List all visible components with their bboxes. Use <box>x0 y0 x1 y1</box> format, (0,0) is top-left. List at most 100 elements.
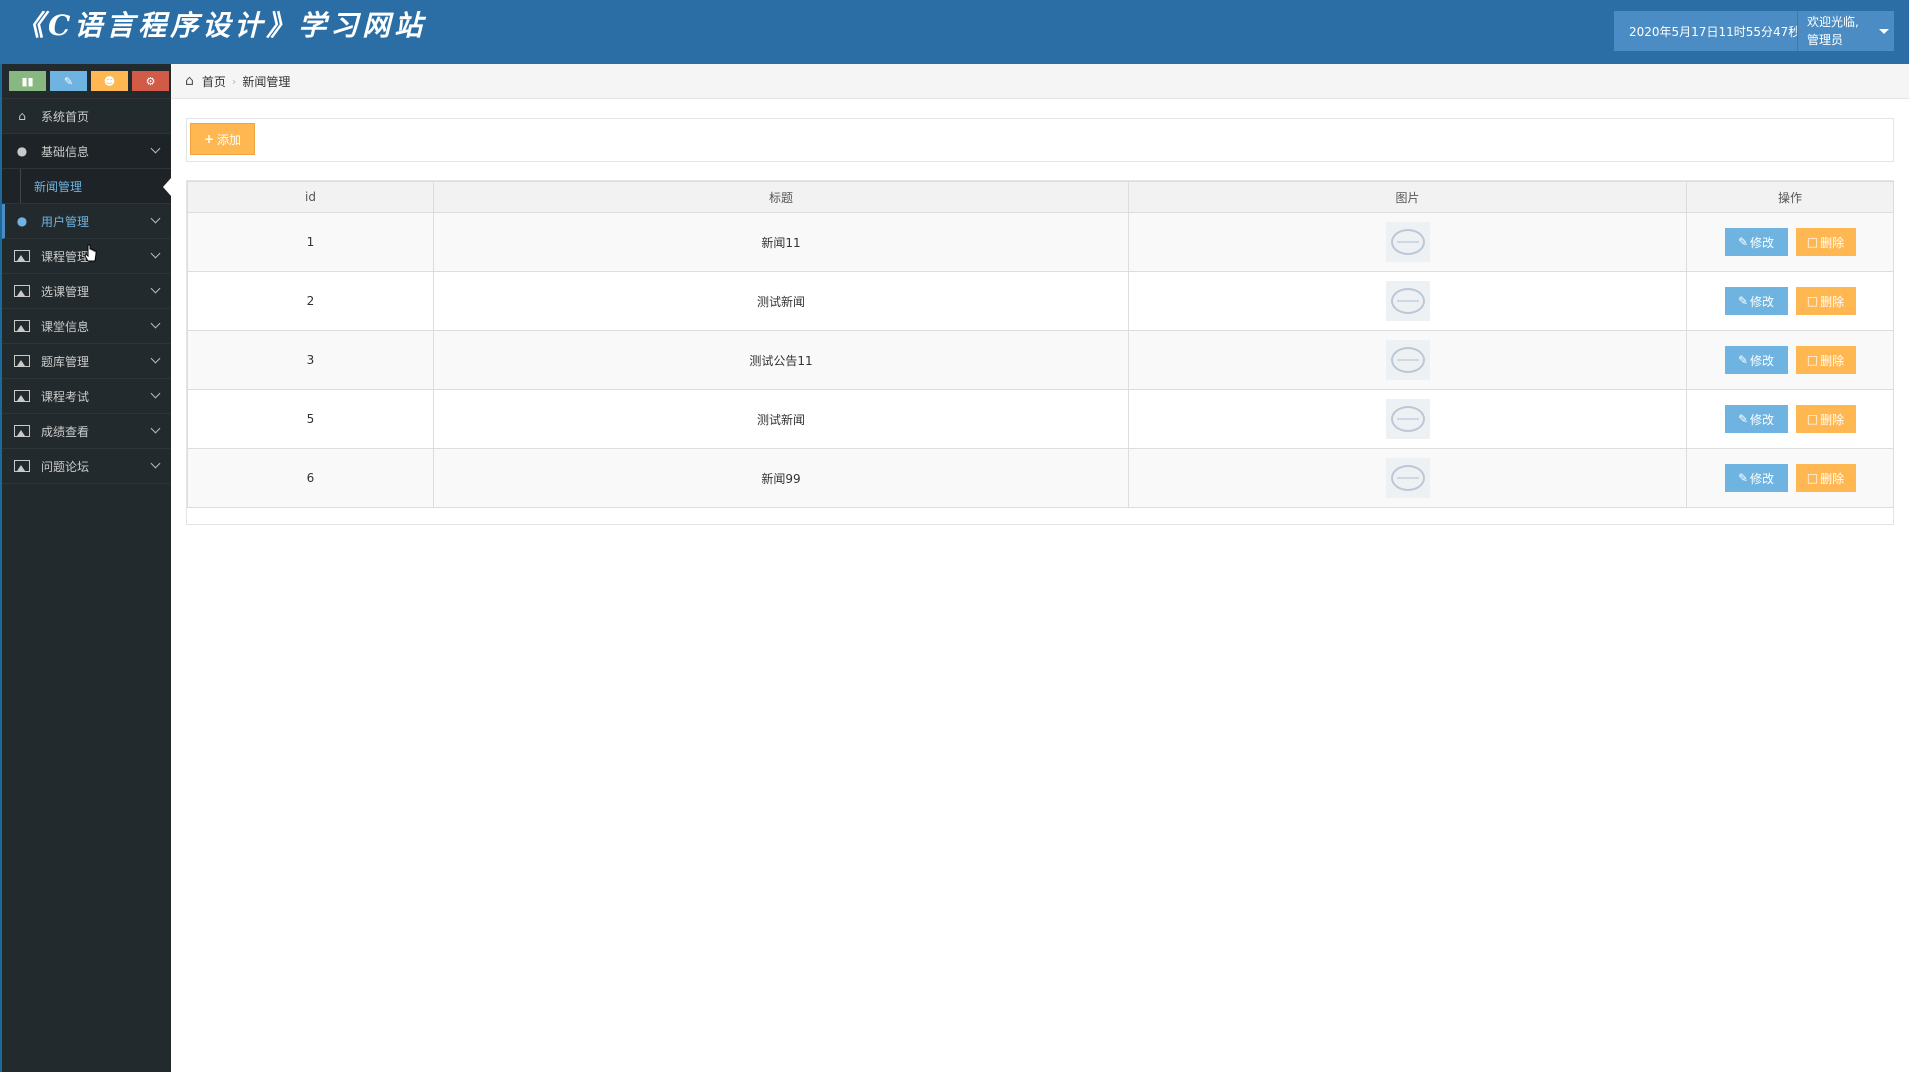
sidebar-item-grades[interactable]: 成绩查看 <box>2 414 171 449</box>
news-thumbnail <box>1385 340 1430 380</box>
edit-button[interactable]: ✎ 修改 <box>1724 287 1788 315</box>
news-thumbnail <box>1385 399 1430 439</box>
edit-button-label: 修改 <box>1750 294 1775 309</box>
sidebar-item-label: 基础信息 <box>41 144 90 159</box>
chevron-down-icon <box>150 458 161 469</box>
delete-button-label: 删除 <box>1820 353 1845 368</box>
cell-title: 新闻99 <box>433 448 1129 508</box>
sidebar-item-question-bank[interactable]: 题库管理 <box>2 344 171 379</box>
sidebar-item-label: 系统首页 <box>41 109 90 124</box>
edit-button-label: 修改 <box>1750 235 1775 250</box>
chevron-down-icon <box>150 388 161 399</box>
delete-button[interactable]: □ 删除 <box>1795 464 1856 492</box>
edit-button[interactable]: ✎ 修改 <box>1724 405 1788 433</box>
picture-icon <box>14 319 30 333</box>
sidebar-item-label: 问题论坛 <box>41 459 90 474</box>
chevron-down-icon <box>150 423 161 434</box>
chevron-down-icon <box>150 213 161 224</box>
picture-icon <box>14 284 30 298</box>
chevron-down-icon <box>150 248 161 259</box>
sidebar-item-home[interactable]: ⌂ 系统首页 <box>2 99 171 134</box>
breadcrumb-current: 新闻管理 <box>242 74 291 89</box>
cell-id: 6 <box>187 448 434 508</box>
cogs-shortcut-icon[interactable]: ⚙ <box>132 71 169 91</box>
welcome-text: 欢迎光临,管理员 <box>1807 15 1859 47</box>
user-icon: ● <box>16 214 28 228</box>
top-header: 《C语言程序设计》学习网站 2020年5月17日11时55分47秒 欢迎光临,管… <box>0 0 1909 64</box>
chevron-down-icon <box>150 143 161 154</box>
edit-icon: ✎ <box>1737 412 1749 426</box>
delete-button[interactable]: □ 删除 <box>1795 228 1856 256</box>
delete-button-label: 删除 <box>1820 412 1845 427</box>
cell-title: 测试新闻 <box>433 271 1129 331</box>
sidebar-item-label: 选课管理 <box>41 284 90 299</box>
delete-button[interactable]: □ 删除 <box>1795 405 1856 433</box>
sidebar-subitem-news[interactable]: 新闻管理 <box>2 169 171 204</box>
home-icon: ⌂ <box>185 73 194 89</box>
edit-button[interactable]: ✎ 修改 <box>1724 346 1788 374</box>
shortcut-bar: ▮▮ ✎ ☻ ⚙ <box>2 64 171 99</box>
sidebar-item-users[interactable]: ● 用户管理 <box>2 204 171 239</box>
add-button-label: 添加 <box>217 132 242 147</box>
picture-icon <box>14 459 30 473</box>
cell-id: 1 <box>187 212 434 272</box>
sidebar-item-label: 题库管理 <box>41 354 90 369</box>
mouse-pointer-icon <box>84 244 97 262</box>
table-row: 3 测试公告11 ✎ 修改 □ 删除 <box>187 330 1894 390</box>
trash-icon: □ <box>1806 471 1819 485</box>
news-thumbnail <box>1385 222 1430 262</box>
plus-icon: + <box>203 132 215 146</box>
cell-image <box>1128 212 1687 272</box>
delete-button[interactable]: □ 删除 <box>1795 346 1856 374</box>
main-content: ⌂ 首页 › 新闻管理 + 添加 id 标题 图片 操作 1 新闻11 ✎ 修改… <box>171 64 1909 1072</box>
edit-button[interactable]: ✎ 修改 <box>1724 464 1788 492</box>
pencil-shortcut-icon[interactable]: ✎ <box>50 71 87 91</box>
news-thumbnail <box>1385 458 1430 498</box>
sidebar-item-label: 新闻管理 <box>34 179 83 194</box>
sidebar: ▮▮ ✎ ☻ ⚙ ⌂ 系统首页 ● 基础信息 新闻管理 ● 用户管理 课程管理 … <box>0 64 171 1072</box>
sidebar-item-exams[interactable]: 课程考试 <box>2 379 171 414</box>
picture-icon <box>14 249 30 263</box>
delete-button-label: 删除 <box>1820 235 1845 250</box>
cell-title: 测试公告11 <box>433 330 1129 390</box>
table-header-row: id 标题 图片 操作 <box>187 181 1894 213</box>
header-right: 2020年5月17日11时55分47秒 欢迎光临,管理员 <box>1614 11 1894 51</box>
cell-title: 新闻11 <box>433 212 1129 272</box>
table-row: 2 测试新闻 ✎ 修改 □ 删除 <box>187 271 1894 331</box>
edit-button-label: 修改 <box>1750 471 1775 486</box>
delete-button[interactable]: □ 删除 <box>1795 287 1856 315</box>
group-shortcut-icon[interactable]: ☻ <box>91 71 128 91</box>
column-header-id: id <box>187 181 434 213</box>
edit-button[interactable]: ✎ 修改 <box>1724 228 1788 256</box>
picture-icon <box>14 389 30 403</box>
cell-image <box>1128 389 1687 449</box>
sidebar-item-label: 课堂信息 <box>41 319 90 334</box>
toolbar: + 添加 <box>186 118 1894 162</box>
sidebar-item-course-selection[interactable]: 选课管理 <box>2 274 171 309</box>
breadcrumb-home-link[interactable]: 首页 <box>202 73 226 90</box>
table-row: 5 测试新闻 ✎ 修改 □ 删除 <box>187 389 1894 449</box>
cell-actions: ✎ 修改 □ 删除 <box>1686 212 1894 272</box>
signal-shortcut-icon[interactable]: ▮▮ <box>9 71 46 91</box>
chevron-down-icon <box>150 318 161 329</box>
user-menu[interactable]: 欢迎光临,管理员 <box>1797 11 1894 51</box>
user-icon: ● <box>16 144 28 158</box>
cell-id: 2 <box>187 271 434 331</box>
datetime-display: 2020年5月17日11时55分47秒 <box>1614 11 1800 51</box>
trash-icon: □ <box>1806 235 1819 249</box>
table-row: 6 新闻99 ✎ 修改 □ 删除 <box>187 448 1894 508</box>
trash-icon: □ <box>1806 294 1819 308</box>
sidebar-item-label: 课程管理 <box>41 249 90 264</box>
sidebar-item-label: 用户管理 <box>41 214 90 229</box>
sidebar-item-basic-info[interactable]: ● 基础信息 <box>2 134 171 169</box>
edit-icon: ✎ <box>1737 471 1749 485</box>
app-title: 《C语言程序设计》学习网站 <box>16 9 427 42</box>
cell-actions: ✎ 修改 □ 删除 <box>1686 448 1894 508</box>
add-button[interactable]: + 添加 <box>190 123 255 155</box>
edit-icon: ✎ <box>1737 235 1749 249</box>
news-thumbnail <box>1385 281 1430 321</box>
sidebar-item-classroom[interactable]: 课堂信息 <box>2 309 171 344</box>
edit-button-label: 修改 <box>1750 353 1775 368</box>
cell-actions: ✎ 修改 □ 删除 <box>1686 389 1894 449</box>
sidebar-item-forum[interactable]: 问题论坛 <box>2 449 171 484</box>
